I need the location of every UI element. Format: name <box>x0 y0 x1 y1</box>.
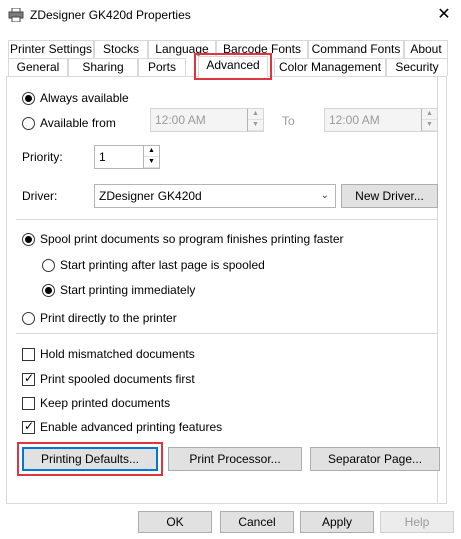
spool-radio[interactable] <box>22 233 35 246</box>
hold-mismatched-label: Hold mismatched documents <box>40 347 195 361</box>
separator <box>16 219 438 220</box>
available-to-time[interactable]: 12:00 AM ▲ ▼ <box>324 108 438 132</box>
enable-advanced-checkbox[interactable] <box>22 419 35 434</box>
tab-about[interactable]: About <box>404 40 448 58</box>
print-direct-label: Print directly to the printer <box>40 311 177 325</box>
priority-input[interactable]: 1 ▲ ▼ <box>94 145 160 169</box>
printing-defaults-button[interactable]: Printing Defaults... <box>22 447 158 471</box>
available-from-radio[interactable] <box>22 117 35 130</box>
immediately-radio[interactable] <box>42 284 55 297</box>
immediately-label: Start printing immediately <box>60 283 196 297</box>
keep-printed-label: Keep printed documents <box>40 396 171 410</box>
always-available-label: Always available <box>40 91 129 105</box>
available-from-time-value: 12:00 AM <box>155 113 206 127</box>
available-from-time[interactable]: 12:00 AM ▲ ▼ <box>150 108 264 132</box>
apply-button[interactable]: Apply <box>300 511 374 533</box>
ok-button[interactable]: OK <box>138 511 212 533</box>
panel-right-border <box>446 76 447 504</box>
priority-spinner[interactable]: ▲ ▼ <box>143 146 159 168</box>
priority-label: Priority: <box>22 150 63 164</box>
from-time-spinner[interactable]: ▲ ▼ <box>247 109 263 131</box>
tab-stocks[interactable]: Stocks <box>94 40 148 58</box>
close-icon[interactable]: ✕ <box>430 4 458 26</box>
print-direct-radio[interactable] <box>22 312 35 325</box>
window-title: ZDesigner GK420d Properties <box>30 8 191 22</box>
help-button[interactable]: Help <box>380 511 454 533</box>
print-spooled-first-checkbox[interactable] <box>22 371 35 386</box>
available-from-label: Available from <box>40 116 116 130</box>
printer-icon <box>8 8 24 22</box>
to-time-spinner[interactable]: ▲ ▼ <box>421 109 437 131</box>
tab-security[interactable]: Security <box>386 58 448 76</box>
separator <box>16 333 438 334</box>
cancel-button[interactable]: Cancel <box>220 511 294 533</box>
after-last-page-radio[interactable] <box>42 259 55 272</box>
tab-general[interactable]: General <box>8 58 68 76</box>
tab-command-fonts[interactable]: Command Fonts <box>308 40 404 58</box>
enable-advanced-label: Enable advanced printing features <box>40 420 223 434</box>
new-driver-button[interactable]: New Driver... <box>341 184 438 208</box>
print-spooled-first-label: Print spooled documents first <box>40 372 195 386</box>
spool-label: Spool print documents so program finishe… <box>40 232 344 246</box>
chevron-down-icon: ⌄ <box>320 190 329 201</box>
hold-mismatched-checkbox[interactable] <box>22 348 35 361</box>
driver-value: ZDesigner GK420d <box>99 189 202 203</box>
after-last-page-label: Start printing after last page is spoole… <box>60 258 265 272</box>
keep-printed-checkbox[interactable] <box>22 397 35 410</box>
separator-page-button[interactable]: Separator Page... <box>310 447 440 471</box>
tab-color-management[interactable]: Color Management <box>274 58 386 76</box>
panel-bottom-border <box>6 503 447 504</box>
print-processor-button[interactable]: Print Processor... <box>168 447 302 471</box>
tab-printer-settings[interactable]: Printer Settings <box>8 40 94 58</box>
driver-label: Driver: <box>22 189 58 203</box>
tab-sharing[interactable]: Sharing <box>68 58 138 76</box>
available-to-time-value: 12:00 AM <box>329 113 380 127</box>
tab-ports[interactable]: Ports <box>138 58 186 76</box>
driver-dropdown[interactable]: ZDesigner GK420d ⌄ <box>94 184 336 208</box>
to-label: To <box>282 114 295 128</box>
advanced-tab-highlight <box>194 53 272 80</box>
always-available-radio[interactable] <box>22 92 35 105</box>
priority-value: 1 <box>99 150 106 164</box>
